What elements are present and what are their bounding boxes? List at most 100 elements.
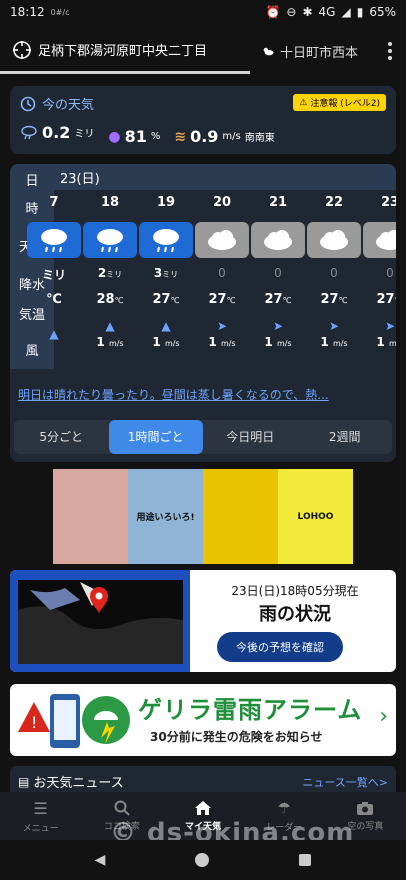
temp-cell: 27℃ xyxy=(306,292,362,314)
cloud-icon xyxy=(307,222,361,258)
wind-arrow-icon: ➤ xyxy=(216,319,228,333)
chevron-right-icon: › xyxy=(379,704,388,729)
temp-cell-unit: ℃ xyxy=(395,296,396,305)
radar-map-thumbnail[interactable] xyxy=(10,570,190,672)
ad-image-posture[interactable] xyxy=(53,469,128,564)
wind-cell: ➤ 1 m/s xyxy=(362,314,396,354)
location-tab-active[interactable]: 足柄下郡湯河原町中央二丁目 xyxy=(0,28,250,74)
hour-label: 21 xyxy=(268,195,288,210)
rain-radar-card[interactable]: 23日(日)18時05分現在 雨の状況 今後の予想を確認 xyxy=(10,570,396,672)
precip-cell-value: 0 xyxy=(218,266,226,280)
wind-speed: 1 m/s xyxy=(264,335,291,349)
ad-banner[interactable]: 用途いろいろ! LOHOO xyxy=(53,469,353,564)
wind-speed-value: 1 xyxy=(96,335,105,349)
hour-label: 20 xyxy=(212,195,232,210)
camera-icon xyxy=(357,801,374,815)
temp-cell-unit: ℃ xyxy=(338,296,348,305)
day-label: 23(日) xyxy=(60,171,100,187)
hour-column: 19 3ミリ 27℃ ▲ 1 m/s xyxy=(138,190,194,369)
wind-cell: ▲ 1 m/s xyxy=(82,314,138,354)
network-label: 4G xyxy=(318,5,336,19)
precip-value: 0.2 xyxy=(42,123,71,142)
current-weather-card: 今の天気 ⚠ 注意報 (レベル2) 0.2 ミリ ● 81 % ≋ 0.9 m/… xyxy=(10,86,396,154)
hour-column: 7 ミリ ℃ ▲ xyxy=(26,190,82,369)
precip-cell: ミリ xyxy=(26,266,82,286)
hourly-forecast-card: 日 時 天気 降水 気温 風 23(日) 7ミリ℃▲182ミリ28℃▲1 m/s… xyxy=(10,164,396,462)
temp-cell-value: ℃ xyxy=(46,292,62,307)
wind-speed-unit: m/s xyxy=(276,339,292,348)
warning-text: 注意報 (レベル2) xyxy=(310,99,380,109)
tab-hourly[interactable]: 1時間ごと xyxy=(108,420,203,454)
home-button-icon[interactable] xyxy=(195,853,210,867)
wind-unit: m/s xyxy=(222,131,241,142)
temp-cell: ℃ xyxy=(26,292,82,314)
hour-column: 20 0 27℃ ➤ 1 m/s xyxy=(194,190,250,369)
battery-icon: ▮ xyxy=(356,5,364,19)
wind-arrow-icon: ▲ xyxy=(161,319,171,333)
ad-image-container[interactable]: 用途いろいろ! xyxy=(128,469,203,564)
cloud-icon xyxy=(363,222,396,258)
other-location-name: 十日町市西本 xyxy=(279,45,358,61)
status-time: 18:12 xyxy=(10,5,45,19)
hour-column: 18 2ミリ 28℃ ▲ 1 m/s xyxy=(82,190,138,369)
warning-icon: ⚠ xyxy=(299,97,308,108)
ad-image-bottle[interactable] xyxy=(203,469,278,564)
temp-cell: 27℃ xyxy=(362,292,396,314)
wind-speed: 1 m/s xyxy=(96,335,123,349)
wind-speed: 1 m/s xyxy=(320,335,347,349)
cloud-icon xyxy=(195,222,249,258)
precip-cell-value: 2 xyxy=(97,266,107,280)
warning-badge[interactable]: ⚠ 注意報 (レベル2) xyxy=(293,94,386,111)
more-options-icon[interactable] xyxy=(378,38,402,64)
temp-cell-value: 27 xyxy=(208,292,227,307)
alarm-title: ゲリラ雷雨アラーム xyxy=(138,696,363,724)
news-list-link[interactable]: ニュース一覧へ> xyxy=(302,774,388,790)
nav-menu[interactable]: ☰ メニュー xyxy=(0,792,81,840)
precip-cell-value: 0 xyxy=(274,266,282,280)
alarm-subtitle: 30分前に発生の危険をお知らせ xyxy=(150,730,323,744)
tab-today-tomorrow[interactable]: 今日明日 xyxy=(203,420,298,454)
hour-label: 7 xyxy=(49,195,59,210)
clock-icon xyxy=(20,96,36,111)
news-title: お天気ニュース xyxy=(33,776,124,791)
menu-icon: ☰ xyxy=(33,798,48,818)
wind-arrow-icon: ➤ xyxy=(384,319,396,333)
hour-column: 21 0 27℃ ➤ 1 m/s xyxy=(250,190,306,369)
wind-arrow-icon: ▲ xyxy=(105,319,115,333)
temp-cell-unit: ℃ xyxy=(114,296,124,305)
guerrilla-alarm-banner[interactable]: ! ゲリラ雷雨アラーム 30分前に発生の危険をお知らせ › xyxy=(10,684,396,756)
recents-icon[interactable] xyxy=(299,854,312,866)
bluetooth-icon: ✱ xyxy=(302,5,313,19)
tab-5min[interactable]: 5分ごと xyxy=(14,420,109,454)
location-name: 足柄下郡湯河原町中央二丁目 xyxy=(38,44,208,59)
location-tab-other[interactable]: 十日町市西本 xyxy=(250,28,370,74)
interval-tabs: 5分ごと 1時間ごと 今日明日 2週間 xyxy=(14,420,392,454)
wind-cell: ➤ 1 m/s xyxy=(306,314,362,354)
humidity-drops-icon: ● xyxy=(108,128,121,145)
wind-speed-value: 1 xyxy=(376,335,385,349)
precip-unit: ミリ xyxy=(74,129,95,140)
status-extra: 0#/c xyxy=(50,7,70,17)
temp-cell: 27℃ xyxy=(250,292,306,314)
wind-arrow-icon: ➤ xyxy=(328,319,340,333)
temp-cell-unit: ℃ xyxy=(170,296,180,305)
hour-label: 22 xyxy=(324,195,344,210)
wind-cell: ➤ 1 m/s xyxy=(194,314,250,354)
wind-speed-value: 1 xyxy=(320,335,329,349)
ad-text-uses: 用途いろいろ! xyxy=(136,513,195,523)
humidity-unit: % xyxy=(150,131,161,142)
ad-image-shoes[interactable]: LOHOO xyxy=(278,469,353,564)
precip-cell: 0 xyxy=(362,266,396,286)
wind-speed: 1 m/s xyxy=(152,335,179,349)
current-title: 今の天気 xyxy=(42,98,95,113)
forecast-comment-link[interactable]: 明日は晴れたり曇ったり。昼間は蒸し暑くなるので、熱... xyxy=(18,386,392,403)
precip-cell-unit: ミリ xyxy=(106,270,123,279)
rain-cloud-icon xyxy=(139,222,193,258)
wind-cell: ▲ 1 m/s xyxy=(138,314,194,354)
umbrella-icon: ☂ xyxy=(277,799,291,817)
check-forecast-button[interactable]: 今後の予想を確認 xyxy=(217,632,343,662)
back-icon[interactable]: ◀ xyxy=(95,852,106,868)
tab-2weeks[interactable]: 2週間 xyxy=(298,420,393,454)
label-day: 日 xyxy=(25,174,39,189)
temp-cell-value: 27 xyxy=(376,292,395,307)
